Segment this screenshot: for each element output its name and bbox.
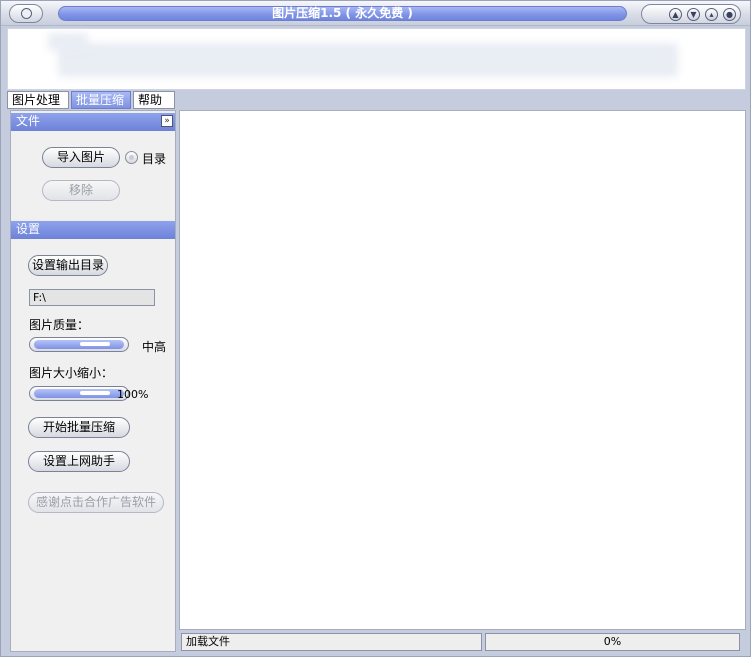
start-batch-compress-button[interactable]: 开始批量压缩 (28, 417, 130, 438)
directory-radio[interactable] (125, 151, 138, 164)
tab-image-processing[interactable]: 图片处理 (7, 91, 69, 109)
settings-section-body: 设置输出目录 F:\ 图片质量： 中高 图片大小缩小： 100% 开始批量压缩 … (11, 239, 175, 651)
thanks-ad-software-button[interactable]: 感谢点击合作广告软件 (28, 492, 164, 513)
close-icon[interactable]: ● (723, 8, 736, 21)
file-section-header[interactable]: 文件 » (11, 113, 175, 131)
window-controls: ▲ ▼ ▴ ● (641, 4, 741, 24)
title-bar[interactable]: 图片压缩1.5 ( 永久免费 ) ▲ ▼ ▴ ● (1, 1, 750, 26)
resize-slider[interactable] (29, 386, 129, 401)
banner-image (58, 43, 678, 77)
quality-slider[interactable] (29, 337, 129, 352)
banner-image-fragment (48, 33, 88, 51)
output-path-field[interactable]: F:\ (29, 289, 155, 306)
resize-slider-track (34, 389, 124, 398)
collapse-icon[interactable]: » (161, 115, 173, 127)
minimize-icon[interactable]: ▼ (687, 8, 700, 21)
quality-value: 中高 (142, 340, 167, 354)
tab-batch-compress[interactable]: 批量压缩 (71, 91, 131, 109)
file-section-body: 导入图片 目录 移除 (11, 131, 175, 219)
resize-value: 100% (117, 388, 149, 401)
ad-banner[interactable] (7, 28, 746, 90)
resize-label: 图片大小缩小： (29, 366, 114, 380)
system-menu-button[interactable] (9, 4, 43, 23)
app-window: 图片压缩1.5 ( 永久免费 ) ▲ ▼ ▴ ● 图片处理 批量压缩 帮助 文件… (0, 0, 751, 657)
scroll-up-icon[interactable]: ▲ (669, 8, 682, 21)
tab-help[interactable]: 帮助 (133, 91, 175, 109)
image-list-area[interactable] (179, 110, 746, 630)
progress-indicator: 0% (485, 633, 740, 651)
quality-slider-knob[interactable] (80, 342, 110, 346)
quality-slider-track (34, 340, 124, 349)
import-images-button[interactable]: 导入图片 (42, 147, 120, 168)
remove-button[interactable]: 移除 (42, 180, 120, 201)
window-title: 图片压缩1.5 ( 永久免费 ) (58, 6, 627, 21)
left-panel: 文件 » 导入图片 目录 移除 设置 设置输出目录 F:\ 图片质量： 中高 图… (10, 110, 176, 652)
settings-section-header[interactable]: 设置 (11, 221, 175, 239)
set-net-helper-button[interactable]: 设置上网助手 (28, 451, 130, 472)
file-section-title: 文件 (16, 114, 41, 128)
quality-label: 图片质量： (29, 318, 90, 332)
system-menu-icon (21, 8, 32, 19)
directory-label: 目录 (142, 152, 167, 166)
maximize-icon[interactable]: ▴ (705, 8, 718, 21)
status-message: 加载文件 (181, 633, 482, 651)
resize-slider-knob[interactable] (80, 391, 110, 395)
set-output-dir-button[interactable]: 设置输出目录 (28, 255, 108, 276)
settings-section-title: 设置 (16, 222, 41, 236)
